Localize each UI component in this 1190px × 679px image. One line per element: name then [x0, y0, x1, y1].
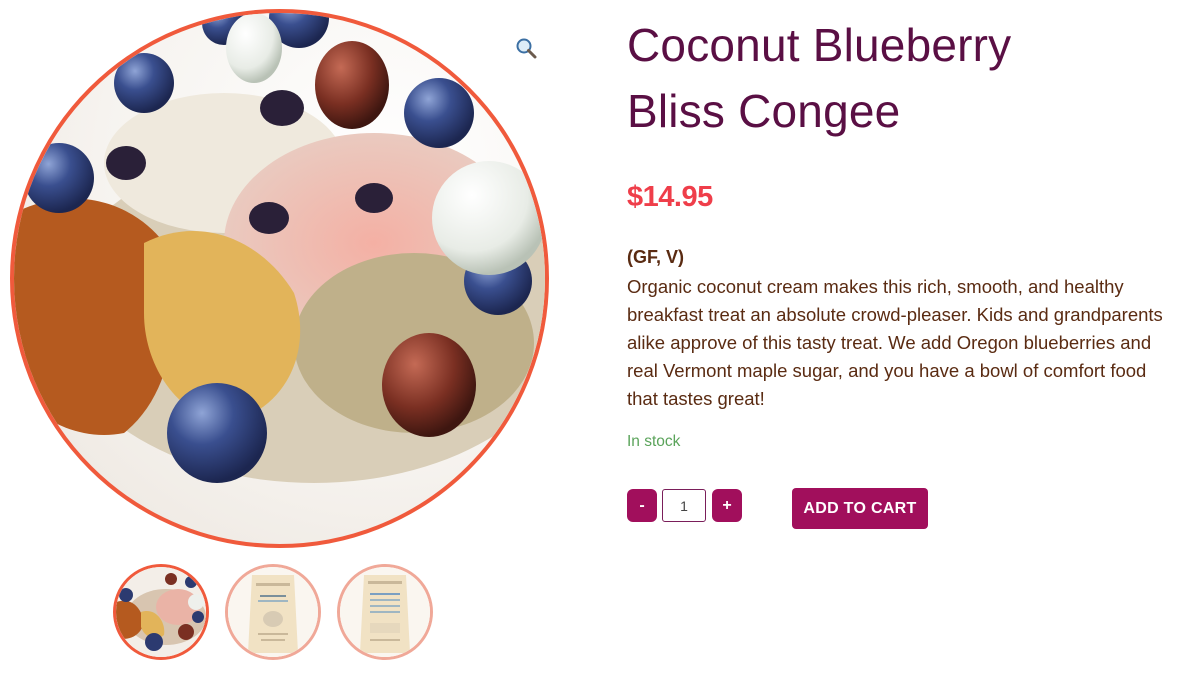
zoom-button[interactable] [512, 34, 540, 62]
quantity-input[interactable] [662, 489, 706, 522]
quantity-decrease-button[interactable]: - [627, 489, 657, 522]
ingredients-photo [14, 13, 545, 483]
add-to-cart-form: - + ADD TO CART [627, 488, 1172, 530]
ingredients-thumbnail-image [116, 567, 206, 657]
product-title-line-2: Bliss Congee [627, 85, 901, 137]
magnifier-icon [516, 38, 537, 59]
product-gallery [0, 0, 600, 679]
product-title-line-1: Coconut Blueberry [627, 19, 1012, 71]
thumbnail-ingredients[interactable] [113, 564, 209, 660]
stock-status: In stock [627, 433, 681, 450]
main-product-image[interactable] [10, 9, 549, 548]
add-to-cart-button[interactable]: ADD TO CART [792, 488, 928, 529]
package-back-thumbnail-image [340, 567, 430, 657]
dietary-tags: (GF, V) [627, 247, 684, 267]
thumbnail-package-back[interactable] [337, 564, 433, 660]
thumbnail-package-front[interactable] [225, 564, 321, 660]
thumbnail-list [113, 564, 433, 660]
product-title: Coconut Blueberry Bliss Congee [627, 12, 1172, 144]
quantity-increase-button[interactable]: + [712, 489, 742, 522]
product-price: $14.95 [627, 181, 713, 213]
product-description: Organic coconut cream makes this rich, s… [627, 276, 1163, 409]
product-summary: Coconut Blueberry Bliss Congee $14.95 (G… [627, 0, 1172, 529]
package-front-thumbnail-image [228, 567, 318, 657]
